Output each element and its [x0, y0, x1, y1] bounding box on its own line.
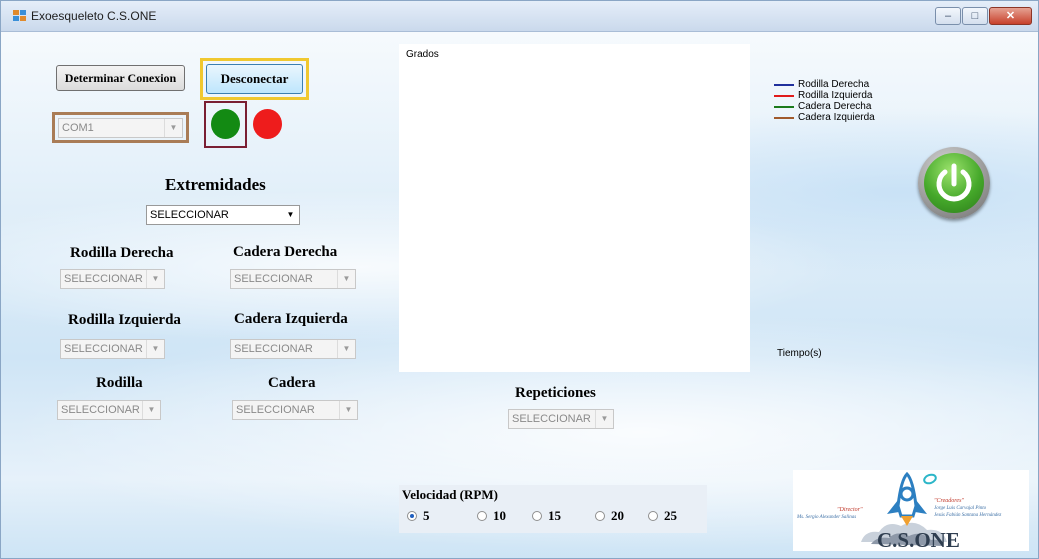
app-icon — [13, 10, 27, 22]
left-knee-select[interactable]: SELECCIONAR ▼ — [60, 339, 165, 359]
speed-option-label: 25 — [664, 508, 677, 523]
port-select[interactable]: COM1 ▼ — [58, 118, 183, 138]
repetitions-select-value: SELECCIONAR — [512, 413, 591, 425]
legend-label: Cadera Izquierda — [798, 112, 875, 123]
power-button-face — [924, 153, 984, 213]
legend-item: Rodilla Derecha — [774, 79, 875, 90]
right-hip-label: Cadera Derecha — [233, 244, 338, 260]
radio-button-icon — [407, 511, 417, 521]
chevron-down-icon: ▼ — [337, 270, 355, 288]
window-title: Exoesqueleto C.S.ONE — [31, 9, 157, 23]
extremities-select[interactable]: SELECCIONAR ▼ — [146, 205, 300, 225]
speed-option-label: 15 — [548, 508, 561, 523]
cs-one-logo: "Director" Ms. Sergio Alexander Salinas … — [793, 470, 1029, 552]
app-window: Exoesqueleto C.S.ONE – □ ✕ Determinar Co… — [0, 0, 1039, 559]
brand-text: C.S.ONE — [877, 528, 960, 552]
right-knee-select-value: SELECCIONAR — [64, 273, 143, 285]
legend-swatch — [774, 83, 794, 86]
left-knee-select-value: SELECCIONAR — [64, 343, 143, 355]
determine-connection-button[interactable]: Determinar Conexion — [56, 65, 185, 91]
speed-option-20[interactable]: 20 — [595, 508, 624, 524]
minimize-button[interactable]: – — [935, 7, 961, 25]
title-bar[interactable]: Exoesqueleto C.S.ONE – □ ✕ — [1, 1, 1038, 32]
speed-option-10[interactable]: 10 — [477, 508, 506, 524]
creator-1-name: Jorge Luis Carvajal Pinto — [934, 506, 987, 511]
disconnected-led — [253, 109, 282, 139]
legend-item: Cadera Derecha — [774, 101, 875, 112]
right-hip-select[interactable]: SELECCIONAR ▼ — [230, 269, 356, 289]
legend-swatch — [774, 116, 794, 119]
connected-led — [211, 109, 240, 139]
creator-2-name: Jesús Fabián Santana Hernández — [934, 513, 1002, 518]
left-knee-label: Rodilla Izquierda — [68, 312, 181, 328]
speed-group: Velocidad (RPM) 5 10 15 20 25 — [399, 485, 707, 533]
speed-option-5[interactable]: 5 — [407, 508, 430, 524]
speed-option-label: 10 — [493, 508, 506, 523]
legend-swatch — [774, 94, 794, 97]
legend-label: Rodilla Derecha — [798, 79, 870, 90]
chevron-down-icon: ▼ — [146, 270, 164, 288]
chevron-down-icon: ▼ — [339, 401, 357, 419]
speed-option-15[interactable]: 15 — [532, 508, 561, 524]
hip-select-value: SELECCIONAR — [236, 404, 315, 416]
repetitions-select[interactable]: SELECCIONAR ▼ — [508, 409, 614, 429]
window-controls: – □ ✕ — [934, 7, 1032, 25]
extremities-select-value: SELECCIONAR — [150, 209, 229, 221]
legend-item: Rodilla Izquierda — [774, 90, 875, 101]
chart-xlabel: Tiempo(s) — [777, 348, 822, 359]
chevron-down-icon: ▼ — [164, 119, 182, 137]
legend-label: Cadera Derecha — [798, 101, 872, 112]
right-knee-label: Rodilla Derecha — [70, 245, 174, 261]
close-button[interactable]: ✕ — [989, 7, 1032, 25]
client-area: Determinar Conexion Desconectar COM1 ▼ E… — [1, 32, 1038, 558]
chevron-down-icon: ▼ — [286, 210, 295, 219]
right-hip-select-value: SELECCIONAR — [234, 273, 313, 285]
director-title: "Director" — [837, 507, 863, 513]
chart-legend: Rodilla Derecha Rodilla Izquierda Cadera D… — [774, 79, 875, 123]
chart-ylabel: Grados — [406, 49, 439, 60]
legend-label: Rodilla Izquierda — [798, 90, 873, 101]
chevron-down-icon: ▼ — [595, 410, 613, 428]
knee-select-value: SELECCIONAR — [61, 404, 140, 416]
left-hip-select[interactable]: SELECCIONAR ▼ — [230, 339, 356, 359]
speed-option-25[interactable]: 25 — [648, 508, 677, 524]
creators-title: "Creadores" — [934, 498, 964, 504]
radio-button-icon — [595, 511, 605, 521]
power-button[interactable] — [918, 147, 990, 219]
hip-label: Cadera — [268, 375, 316, 391]
speed-option-label: 5 — [423, 508, 430, 523]
speed-option-label: 20 — [611, 508, 624, 523]
extremities-title: Extremidades — [165, 175, 266, 194]
speed-label: Velocidad (RPM) — [402, 487, 498, 502]
maximize-button[interactable]: □ — [962, 7, 988, 25]
hip-select[interactable]: SELECCIONAR ▼ — [232, 400, 358, 420]
radio-button-icon — [477, 511, 487, 521]
radio-button-icon — [532, 511, 542, 521]
power-icon — [936, 163, 972, 202]
director-name: Ms. Sergio Alexander Salinas — [797, 515, 857, 520]
chevron-down-icon: ▼ — [146, 340, 164, 358]
left-hip-select-value: SELECCIONAR — [234, 343, 313, 355]
port-select-value: COM1 — [62, 122, 94, 134]
legend-item: Cadera Izquierda — [774, 112, 875, 123]
legend-swatch — [774, 105, 794, 108]
knee-label: Rodilla — [96, 375, 143, 391]
disconnect-button[interactable]: Desconectar — [206, 64, 303, 94]
left-hip-label: Cadera Izquierda — [234, 311, 348, 327]
right-knee-select[interactable]: SELECCIONAR ▼ — [60, 269, 165, 289]
repetitions-label: Repeticiones — [515, 385, 596, 401]
chevron-down-icon: ▼ — [142, 401, 160, 419]
radio-button-icon — [648, 511, 658, 521]
chevron-down-icon: ▼ — [337, 340, 355, 358]
knee-select[interactable]: SELECCIONAR ▼ — [57, 400, 161, 420]
